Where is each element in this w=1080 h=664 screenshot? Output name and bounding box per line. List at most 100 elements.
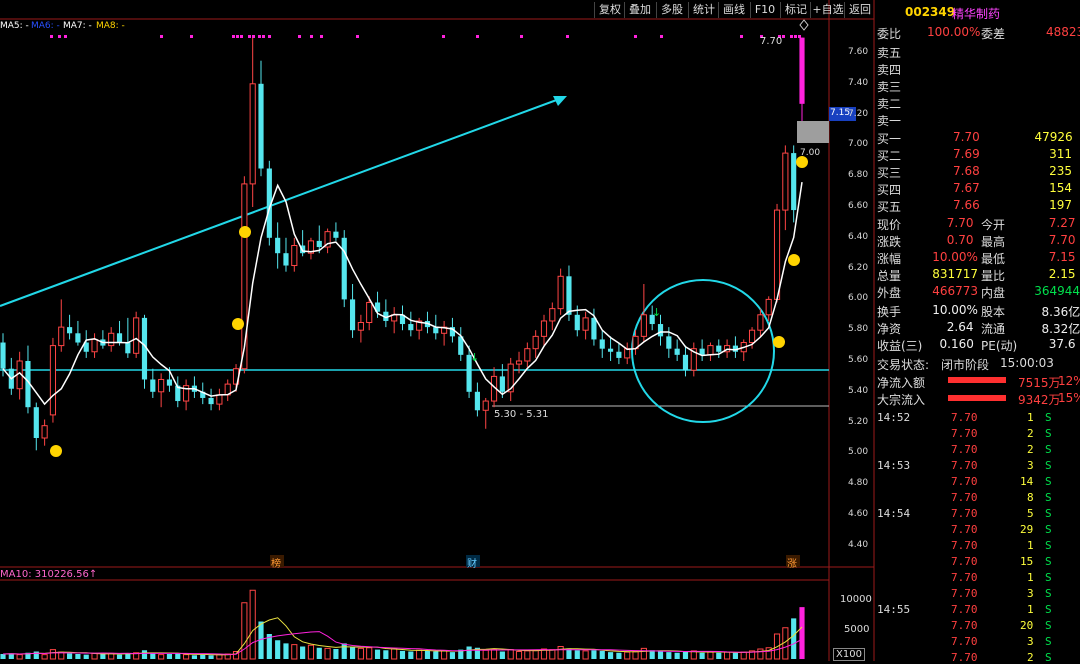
volume-bar bbox=[283, 643, 288, 659]
bid-volume: 311 bbox=[1049, 147, 1072, 161]
signal-dot bbox=[258, 35, 261, 38]
volume-bar bbox=[641, 648, 646, 659]
candle-body bbox=[134, 318, 139, 353]
trend-arrow-line[interactable] bbox=[0, 98, 562, 306]
high-diamond-icon bbox=[800, 20, 808, 30]
volume-bar bbox=[117, 655, 122, 659]
quote-label: 今开 bbox=[981, 216, 1005, 233]
tick-time: 14:52 bbox=[877, 411, 910, 424]
volume-bar bbox=[150, 653, 155, 659]
signal-dot bbox=[236, 35, 239, 38]
volume-bar bbox=[75, 654, 80, 659]
volume-bar bbox=[50, 650, 55, 659]
signal-dot bbox=[58, 35, 61, 38]
tick-price: 7.70 bbox=[951, 427, 978, 440]
toolbar-draw-line-button[interactable]: 画线 bbox=[718, 2, 749, 18]
volume-bar bbox=[425, 651, 430, 659]
candle-body bbox=[774, 210, 779, 299]
weibi-label: 委比 bbox=[877, 25, 901, 42]
current-price-box bbox=[797, 121, 829, 143]
volume-bar bbox=[491, 649, 496, 659]
candle-body bbox=[367, 302, 372, 322]
candle-body bbox=[342, 238, 347, 300]
tick-side: S bbox=[1045, 491, 1052, 504]
buy-arrow-icon: ↓ bbox=[652, 306, 661, 319]
tick-volume: 3 bbox=[1027, 635, 1034, 648]
fundamental-value: 2.64 bbox=[947, 320, 974, 334]
toolbar-stats-button[interactable]: 统计 bbox=[688, 2, 719, 18]
signal-dot bbox=[476, 35, 479, 38]
tick-side: S bbox=[1045, 475, 1052, 488]
quote-value: 0.70 bbox=[947, 233, 974, 247]
ask-level-label: 卖一 bbox=[877, 112, 901, 129]
tick-price: 7.70 bbox=[951, 571, 978, 584]
toolbar-mark-button[interactable]: 标记 bbox=[780, 2, 811, 18]
price-tick: 7.40 bbox=[848, 78, 868, 88]
stock-name[interactable]: 精华制药 bbox=[952, 5, 1000, 22]
tick-side: S bbox=[1045, 587, 1052, 600]
tick-volume: 20 bbox=[1020, 619, 1033, 632]
toolbar-add-watchlist-button[interactable]: +自选 bbox=[810, 2, 845, 18]
fundamental-value: 8.36亿 bbox=[1042, 303, 1080, 320]
tick-side: S bbox=[1045, 635, 1052, 648]
signal-dot bbox=[520, 35, 523, 38]
signal-dot bbox=[356, 35, 359, 38]
high-price-label: 7.70 bbox=[760, 36, 782, 47]
tick-volume: 1 bbox=[1027, 411, 1034, 424]
bid-price: 7.69 bbox=[953, 147, 980, 161]
volume-bar bbox=[600, 651, 605, 659]
trade-status-value: 闭市阶段 bbox=[941, 356, 989, 373]
volume-bar bbox=[591, 650, 596, 659]
tick-time: 14:54 bbox=[877, 507, 910, 520]
toolbar-f10-button[interactable]: F10 bbox=[750, 2, 779, 18]
volume-bar bbox=[417, 650, 422, 659]
volume-bar bbox=[317, 648, 322, 659]
tick-volume: 2 bbox=[1027, 427, 1034, 440]
toolbar-multi-stock-button[interactable]: 多股 bbox=[656, 2, 687, 18]
volume-bar bbox=[350, 647, 355, 660]
volume-bar bbox=[683, 652, 688, 660]
fundamental-label: 股本 bbox=[981, 303, 1005, 320]
tick-side: S bbox=[1045, 603, 1052, 616]
volume-bar bbox=[67, 653, 72, 659]
toolbar-back-button[interactable]: 返回 bbox=[844, 2, 875, 18]
kline-chart[interactable]: ↓ ↓ bbox=[0, 0, 1080, 661]
volume-bar bbox=[167, 654, 172, 659]
ask-level-label: 卖四 bbox=[877, 61, 901, 78]
event-marker-list: 榜 bbox=[271, 555, 281, 570]
tick-price: 7.70 bbox=[951, 443, 978, 456]
smiley-icon bbox=[788, 254, 800, 266]
net-inflow-label: 净流入额 bbox=[877, 374, 925, 391]
signal-dot bbox=[64, 35, 67, 38]
volume-bar bbox=[658, 652, 663, 660]
volume-bar bbox=[408, 652, 413, 660]
ask-level-label: 卖五 bbox=[877, 44, 901, 61]
quote-value: 10.00% bbox=[932, 250, 978, 264]
volume-bar bbox=[200, 655, 205, 659]
volume-bar bbox=[159, 655, 164, 659]
price-tick: 5.60 bbox=[848, 355, 868, 365]
ma7-label: MA7: - bbox=[63, 21, 92, 31]
volume-bar bbox=[292, 645, 297, 659]
signal-dots bbox=[50, 35, 801, 38]
signal-dot bbox=[252, 35, 255, 38]
candle-body bbox=[117, 333, 122, 342]
volume-bar bbox=[666, 652, 671, 659]
tick-volume: 1 bbox=[1027, 603, 1034, 616]
toolbar-restore-right-button[interactable]: 复权 bbox=[594, 2, 625, 18]
tick-price: 7.70 bbox=[951, 411, 978, 424]
volume-tick-5000: 5000 bbox=[844, 624, 869, 635]
candle-body bbox=[125, 343, 130, 354]
volume-bar bbox=[500, 652, 505, 660]
volume-bar bbox=[142, 650, 147, 659]
signal-dot bbox=[442, 35, 445, 38]
candle-body bbox=[791, 153, 796, 210]
candle-body bbox=[150, 379, 155, 391]
tick-side: S bbox=[1045, 507, 1052, 520]
toolbar-overlay-button[interactable]: 叠加 bbox=[624, 2, 655, 18]
volume-bar bbox=[550, 650, 555, 659]
signal-dot bbox=[232, 35, 235, 38]
volume-bar bbox=[675, 653, 680, 659]
stock-code[interactable]: 002349 bbox=[905, 5, 955, 19]
price-tick: 4.60 bbox=[848, 509, 868, 519]
